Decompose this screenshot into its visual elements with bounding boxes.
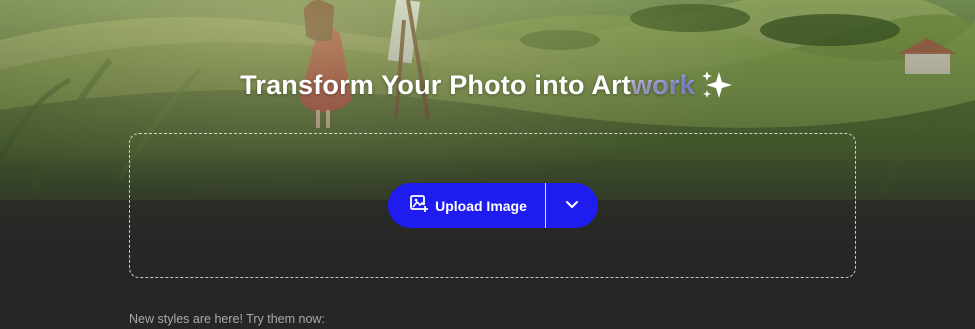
upload-button-group: Upload Image xyxy=(388,183,598,228)
page-title: Transform Your Photo into Artwork xyxy=(0,70,975,107)
upload-image-button[interactable]: Upload Image xyxy=(388,183,545,228)
title-main-text: Transform Your Photo into Art xyxy=(240,70,631,100)
image-add-icon xyxy=(410,194,429,217)
new-styles-note: New styles are here! Try them now: xyxy=(129,312,325,326)
upload-options-dropdown[interactable] xyxy=(546,183,598,228)
chevron-down-icon xyxy=(565,197,579,215)
upload-image-label: Upload Image xyxy=(435,197,527,214)
sparkle-icon xyxy=(701,70,735,107)
title-accent-text: work xyxy=(630,70,695,100)
